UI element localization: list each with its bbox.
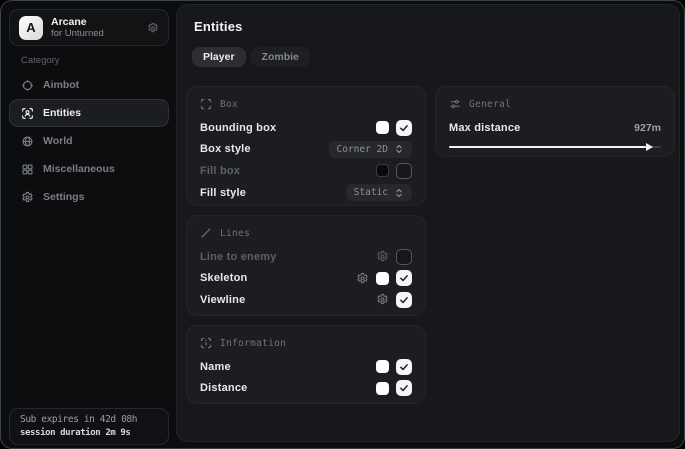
box-card: Box Bounding box Box style Cor: [186, 86, 426, 206]
category-label: Category: [21, 55, 60, 66]
brand-title: Arcane: [51, 16, 104, 28]
bounding-box-row: Bounding box: [200, 117, 412, 139]
gear-icon[interactable]: [356, 272, 369, 285]
brand-subtitle: for Unturned: [51, 28, 104, 39]
main-panel: Entities Player Zombie Box Bounding box: [176, 4, 680, 442]
sidebar-item-label: Aimbot: [43, 79, 79, 91]
session-duration-text: session duration 2m 9s: [20, 427, 158, 440]
tab-player[interactable]: Player: [192, 47, 246, 67]
sidebar-nav: Aimbot Entities: [9, 71, 169, 211]
box-card-header: Box: [200, 96, 412, 112]
sidebar-item-world[interactable]: World: [9, 127, 169, 155]
corners-icon: [200, 98, 212, 110]
skeleton-checkbox[interactable]: [396, 270, 412, 286]
distance-color-swatch[interactable]: [376, 382, 389, 395]
sidebar: A Arcane for Unturned Category: [1, 1, 176, 448]
sidebar-item-settings[interactable]: Settings: [9, 183, 169, 211]
person-scan-icon: [21, 107, 34, 120]
max-distance-value: 927m: [634, 122, 661, 134]
line-to-enemy-label: Line to enemy: [200, 251, 277, 263]
sliders-icon: [449, 98, 461, 110]
viewline-row: Viewline: [200, 289, 412, 311]
information-card-header: Information: [200, 335, 412, 351]
tab-zombie[interactable]: Zombie: [251, 47, 310, 67]
tab-bar: Player Zombie: [192, 47, 310, 67]
skeleton-label: Skeleton: [200, 272, 247, 284]
skeleton-row: Skeleton: [200, 268, 412, 290]
sidebar-item-label: Entities: [43, 107, 81, 119]
fill-style-row: Fill style Static: [200, 182, 412, 204]
sidebar-item-entities[interactable]: Entities: [9, 99, 169, 127]
distance-label: Distance: [200, 382, 247, 394]
gear-icon[interactable]: [376, 293, 389, 306]
name-checkbox[interactable]: [396, 359, 412, 375]
fill-box-color-swatch[interactable]: [376, 164, 389, 177]
lines-card-header: Lines: [200, 225, 412, 241]
slider-thumb[interactable]: [646, 143, 653, 151]
fill-box-label: Fill box: [200, 165, 240, 177]
subscription-card: Sub expires in 42d 08h session duration …: [9, 408, 169, 445]
bounding-box-color-swatch[interactable]: [376, 121, 389, 134]
sub-expiry-text: Sub expires in 42d 08h: [20, 413, 158, 427]
sidebar-item-aimbot[interactable]: Aimbot: [9, 71, 169, 99]
name-row: Name: [200, 356, 412, 378]
gear-icon[interactable]: [376, 250, 389, 263]
brand-text: Arcane for Unturned: [51, 16, 104, 39]
diagonal-line-icon: [200, 227, 212, 239]
information-card: Information Name Distance: [186, 325, 426, 404]
distance-row: Distance: [200, 378, 412, 400]
general-card: General Max distance 927m: [435, 86, 675, 157]
gear-icon[interactable]: [147, 22, 159, 34]
fill-box-checkbox[interactable]: [396, 163, 412, 179]
lines-card: Lines Line to enemy Skeleton: [186, 215, 426, 316]
general-card-header: General: [449, 96, 661, 112]
box-style-label: Box style: [200, 143, 251, 155]
max-distance-slider[interactable]: [449, 141, 661, 153]
brand-logo: A: [19, 16, 43, 40]
box-card-title: Box: [220, 99, 238, 110]
chevrons-up-down-icon: [394, 188, 404, 198]
name-color-swatch[interactable]: [376, 360, 389, 373]
name-label: Name: [200, 361, 231, 373]
information-card-title: Information: [220, 338, 286, 349]
grid-icon: [21, 163, 34, 176]
line-to-enemy-row: Line to enemy: [200, 246, 412, 268]
skeleton-color-swatch[interactable]: [376, 272, 389, 285]
viewline-label: Viewline: [200, 294, 245, 306]
max-distance-row: Max distance 927m: [449, 117, 661, 139]
fill-style-label: Fill style: [200, 187, 246, 199]
sidebar-item-label: Settings: [43, 191, 84, 203]
fill-box-row: Fill box: [200, 160, 412, 182]
viewline-checkbox[interactable]: [396, 292, 412, 308]
max-distance-label: Max distance: [449, 122, 520, 134]
fill-style-value: Static: [354, 187, 388, 198]
brand-card: A Arcane for Unturned: [9, 9, 169, 46]
lines-card-title: Lines: [220, 228, 250, 239]
sidebar-item-label: Miscellaneous: [43, 163, 115, 175]
box-style-row: Box style Corner 2D: [200, 139, 412, 161]
general-card-title: General: [469, 99, 511, 110]
distance-checkbox[interactable]: [396, 380, 412, 396]
gear-icon: [21, 191, 34, 204]
sidebar-item-miscellaneous[interactable]: Miscellaneous: [9, 155, 169, 183]
bounding-box-label: Bounding box: [200, 122, 276, 134]
sidebar-item-label: World: [43, 135, 73, 147]
box-style-value: Corner 2D: [337, 144, 388, 155]
app-window: A Arcane for Unturned Category: [0, 0, 685, 449]
slider-fill: [449, 146, 646, 149]
info-icon: [200, 337, 212, 349]
chevrons-up-down-icon: [394, 144, 404, 154]
page-title: Entities: [194, 19, 243, 34]
fill-style-dropdown[interactable]: Static: [346, 184, 412, 201]
line-to-enemy-checkbox[interactable]: [396, 249, 412, 265]
globe-icon: [21, 135, 34, 148]
bounding-box-checkbox[interactable]: [396, 120, 412, 136]
box-style-dropdown[interactable]: Corner 2D: [329, 141, 412, 158]
crosshair-icon: [21, 79, 34, 92]
